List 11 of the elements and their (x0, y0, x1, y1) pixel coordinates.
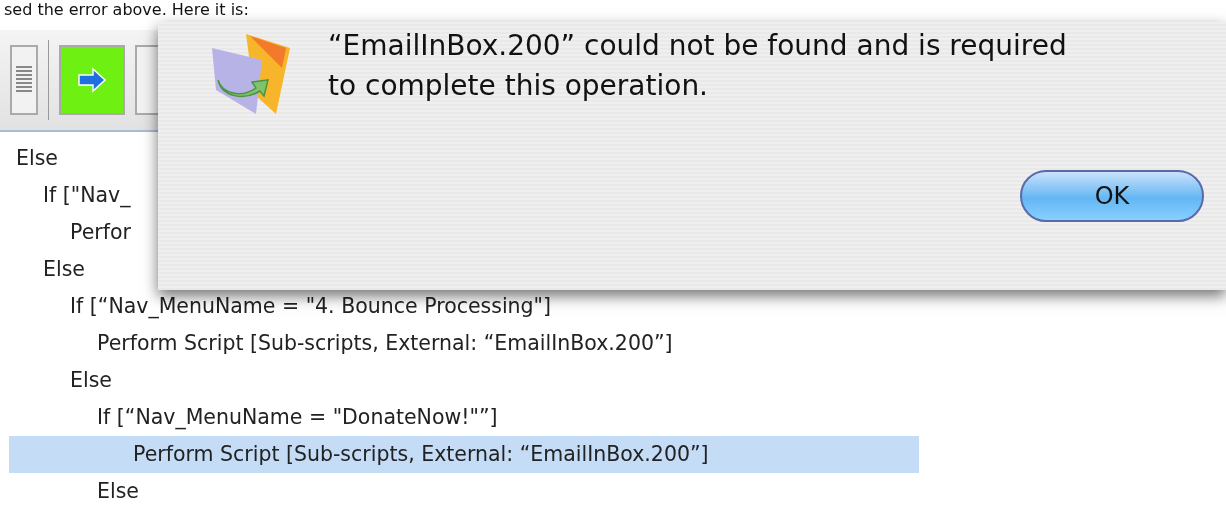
script-line[interactable]: If [“Nav_MenuName = "DonateNow!"”] (0, 399, 910, 436)
ok-button[interactable]: OK (1020, 170, 1204, 222)
arrow-button[interactable] (59, 45, 125, 115)
script-line[interactable]: Else (0, 473, 910, 510)
script-line[interactable]: Perform Script [Sub-scripts, External: “EmailInBox.200”] (0, 325, 910, 362)
alert-message: “EmailInBox.200” could not be found and is required to complete this operation. (328, 28, 1068, 104)
script-line[interactable]: Else (0, 362, 910, 399)
script-line[interactable]: If [“Nav_MenuName = "4. Bounce Processing"] (0, 288, 910, 325)
list-view-button[interactable] (10, 45, 38, 115)
caption-text: sed the error above. Here it is: (3, 0, 250, 20)
right-arrow-icon (77, 67, 107, 93)
